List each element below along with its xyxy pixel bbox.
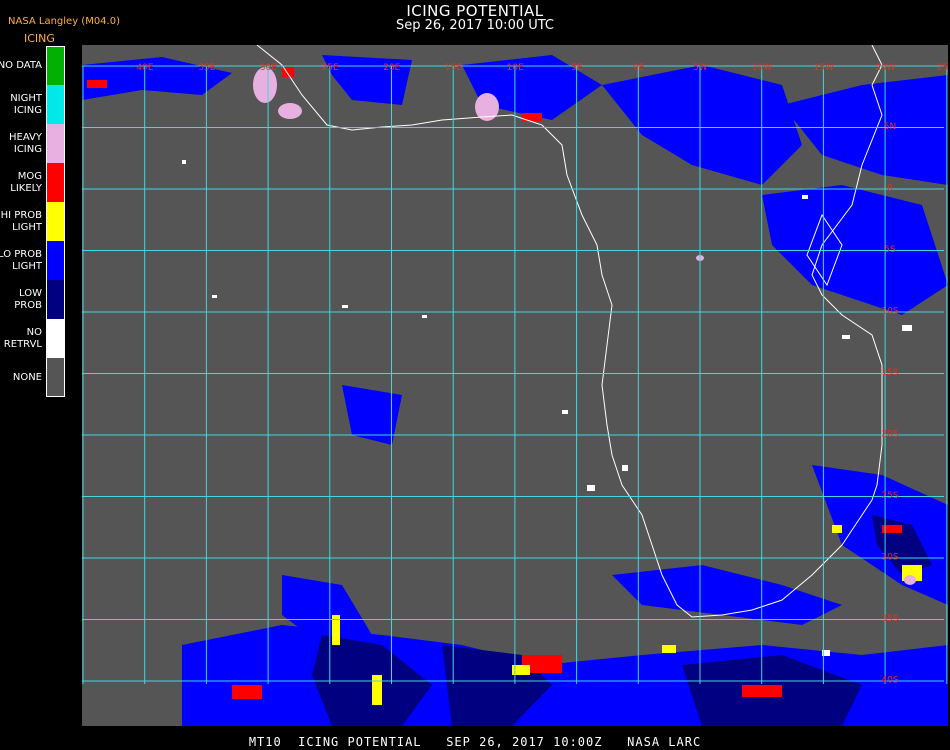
legend-swatch <box>46 46 65 85</box>
product-label: ICING <box>24 32 55 45</box>
legend-label: NIGHT ICING <box>10 92 42 116</box>
icing-region <box>342 305 348 308</box>
longitude-label: 0E <box>633 63 645 73</box>
graticule <box>82 65 948 684</box>
latitude-label: 35S <box>881 614 898 624</box>
legend-label: HEAVY ICING <box>9 131 42 155</box>
icing-region <box>612 565 842 625</box>
icing-region <box>87 80 107 88</box>
legend-swatch <box>46 358 65 397</box>
longitude-label: 10W <box>752 63 772 73</box>
longitude-label: 20W <box>875 63 895 73</box>
legend-item-night-icing: NIGHT ICING <box>0 85 66 124</box>
icing-region <box>278 103 302 119</box>
icing-region <box>904 575 916 585</box>
legend-label: NONE <box>12 371 42 383</box>
latitude-label: 10S <box>881 307 898 317</box>
latitude-label: 30S <box>881 553 898 563</box>
legend-item-hi-prob-light: HI PROB LIGHT <box>0 202 66 241</box>
legend-item-lo-prob-light: LO PROB LIGHT <box>0 241 66 280</box>
icing-region <box>602 65 802 185</box>
legend-item-mog-likely: MOG LIKELY <box>0 163 66 202</box>
legend-swatch <box>46 241 65 280</box>
legend-label: HI PROB LIGHT <box>0 209 42 233</box>
icing-region <box>212 295 217 298</box>
legend-item-heavy-icing: HEAVY ICING <box>0 124 66 163</box>
icing-region <box>562 410 568 414</box>
legend-swatch <box>46 202 65 241</box>
longitude-label: 40E <box>136 63 153 73</box>
legend-swatch <box>46 85 65 124</box>
legend-swatch <box>46 280 65 319</box>
latitude-label: 5N <box>884 122 896 132</box>
longitude-label: 10E <box>507 63 524 73</box>
legend: NO DATA NIGHT ICING HEAVY ICING MOG LIKE… <box>0 46 66 397</box>
legend-item-no-data: NO DATA <box>0 46 66 85</box>
legend-item-none: NONE <box>0 358 66 397</box>
icing-region <box>182 160 186 164</box>
icing-region <box>842 335 850 339</box>
icing-map[interactable]: 5N 0 5S 10S 15S 20S 25S 30S 35S 40S 40E 35E 30E 25E 2… <box>82 45 948 726</box>
legend-swatch <box>46 124 65 163</box>
latitude-label: 25S <box>881 491 898 501</box>
longitude-label: 30E <box>260 63 277 73</box>
icing-region <box>422 315 427 318</box>
map-canvas: 5N 0 5S 10S 15S 20S 25S 30S 35S 40S 40E 35E 30E 25E 2… <box>82 45 948 726</box>
icing-region <box>622 465 628 471</box>
longitude-label: 25E <box>322 63 339 73</box>
icing-region <box>742 685 782 697</box>
longitude-label: 15E <box>445 63 462 73</box>
legend-label: NO DATA <box>0 59 42 71</box>
icing-region <box>782 75 948 185</box>
icing-region <box>372 675 382 705</box>
legend-item-no-retrvl: NO RETRVL <box>0 319 66 358</box>
page-subtitle: Sep 26, 2017 10:00 UTC <box>395 18 555 33</box>
longitude-label: 25W <box>937 63 948 73</box>
icing-region <box>902 325 912 331</box>
longitude-label: 35E <box>198 63 215 73</box>
legend-label: NO RETRVL <box>3 326 42 350</box>
latitude-label: 5S <box>884 245 896 255</box>
longitude-label: 20E <box>383 63 400 73</box>
icing-region <box>802 195 808 199</box>
latitude-label: 0 <box>887 184 893 194</box>
longitude-label: 5E <box>571 63 583 73</box>
legend-item-low-prob: LOW PROB <box>0 280 66 319</box>
legend-label: LOW PROB <box>14 287 42 311</box>
footer-caption: MT10 ICING POTENTIAL SEP 26, 2017 10:00Z… <box>248 735 702 749</box>
legend-swatch <box>46 163 65 202</box>
longitude-label: 15W <box>814 63 834 73</box>
icing-region <box>587 485 595 491</box>
latitude-label: 20S <box>881 430 898 440</box>
icing-region <box>342 385 402 445</box>
longitude-label: 5W <box>693 63 708 73</box>
legend-label: LO PROB LIGHT <box>0 248 42 272</box>
latitude-label: 40S <box>881 676 898 686</box>
org-label: NASA Langley (M04.0) <box>8 16 120 27</box>
icing-region <box>662 645 676 653</box>
legend-label: MOG LIKELY <box>10 170 42 194</box>
icing-region <box>832 525 842 533</box>
icing-region <box>232 685 262 699</box>
latitude-label: 15S <box>881 368 898 378</box>
legend-swatch <box>46 319 65 358</box>
